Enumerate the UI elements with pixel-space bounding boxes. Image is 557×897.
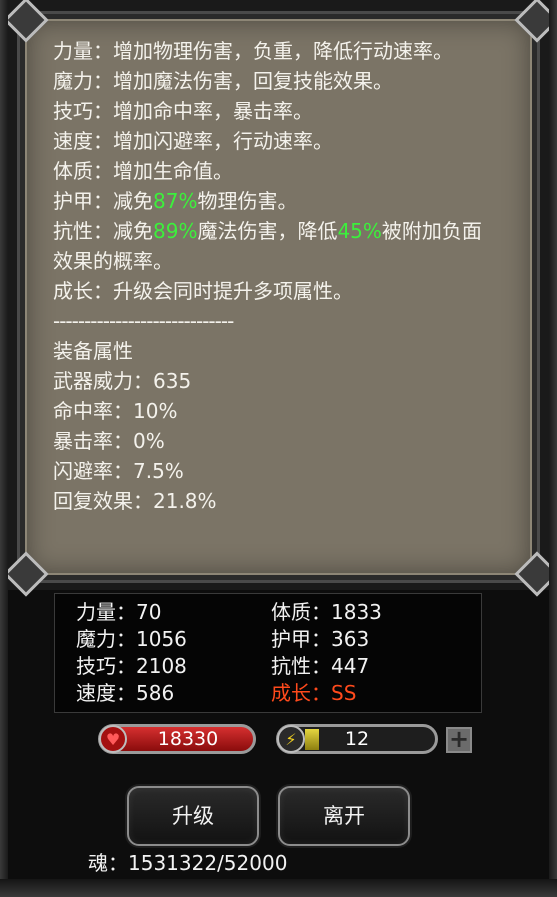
stat-magic: 魔力：1056	[76, 627, 187, 651]
upgrade-button[interactable]: 升级	[127, 786, 259, 846]
resist-prefix: 抗性：减免	[53, 219, 153, 243]
stat-growth: 成长：SS	[271, 681, 357, 705]
stat-strength: 力量：70	[76, 600, 162, 624]
equip-weapon-power: 武器威力：635	[53, 369, 192, 393]
equip-crit-rate: 暴击率：0%	[53, 429, 165, 453]
stat-resistance: 抗性：447	[271, 654, 370, 678]
frame-edge-bottom	[0, 879, 557, 897]
hp-bar: ♥ 18330	[98, 724, 256, 754]
armor-suffix: 物理伤害。	[197, 189, 298, 213]
armor-prefix: 护甲：减免	[53, 189, 153, 213]
tooltip-line: 体质：增加生命值。	[53, 159, 233, 183]
stat-constitution: 体质：1833	[271, 600, 382, 624]
separator: -----------------------------	[53, 309, 234, 333]
leave-button[interactable]: 离开	[278, 786, 410, 846]
energy-bar: ⚡ 12	[276, 724, 438, 754]
stat-speed: 速度：586	[76, 681, 175, 705]
equip-hit-rate: 命中率：10%	[53, 399, 178, 423]
resistance-line: 抗性：减免89%魔法伤害，降低45%被附加负面效果的概率。	[53, 216, 483, 276]
tooltip-line: 魔力：增加魔法伤害，回复技能效果。	[53, 69, 393, 93]
tooltip-line: 力量：增加物理伤害，负重，降低行动速率。	[53, 39, 453, 63]
resist-mid: 魔法伤害，降低	[197, 219, 338, 243]
add-energy-button[interactable]: +	[446, 727, 472, 753]
growth-line: 成长：升级会同时提升多项属性。	[53, 279, 353, 303]
frame-edge-right	[549, 0, 557, 897]
frame-edge-left	[0, 0, 8, 897]
tooltip-text: 力量：增加物理伤害，负重，降低行动速率。 魔力：增加魔法伤害，回复技能效果。 技…	[53, 36, 493, 516]
hp-value: 18330	[157, 728, 219, 750]
armor-reduction-value: 87%	[153, 189, 198, 213]
stat-armor: 护甲：363	[271, 627, 370, 651]
resist-reduction-value: 89%	[153, 219, 198, 243]
tooltip-frame: 力量：增加物理伤害，负重，降低行动速率。 魔力：增加魔法伤害，回复技能效果。 技…	[0, 0, 557, 597]
equip-title: 装备属性	[53, 339, 133, 363]
energy-value: 12	[344, 728, 370, 750]
stat-skill: 技巧：2108	[76, 654, 187, 678]
equip-dodge-rate: 闪避率：7.5%	[53, 459, 184, 483]
debuff-reduction-value: 45%	[337, 219, 382, 243]
stats-box: 力量：70 魔力：1056 技巧：2108 速度：586 体质：1833 护甲：…	[54, 593, 482, 713]
tooltip-line: 技巧：增加命中率，暴击率。	[53, 99, 313, 123]
equip-recovery: 回复效果：21.8%	[53, 489, 217, 513]
soul-counter: 魂：1531322/52000	[88, 851, 288, 875]
armor-line: 护甲：减免87%物理伤害。	[53, 186, 493, 216]
tooltip-line: 速度：增加闪避率，行动速率。	[53, 129, 333, 153]
